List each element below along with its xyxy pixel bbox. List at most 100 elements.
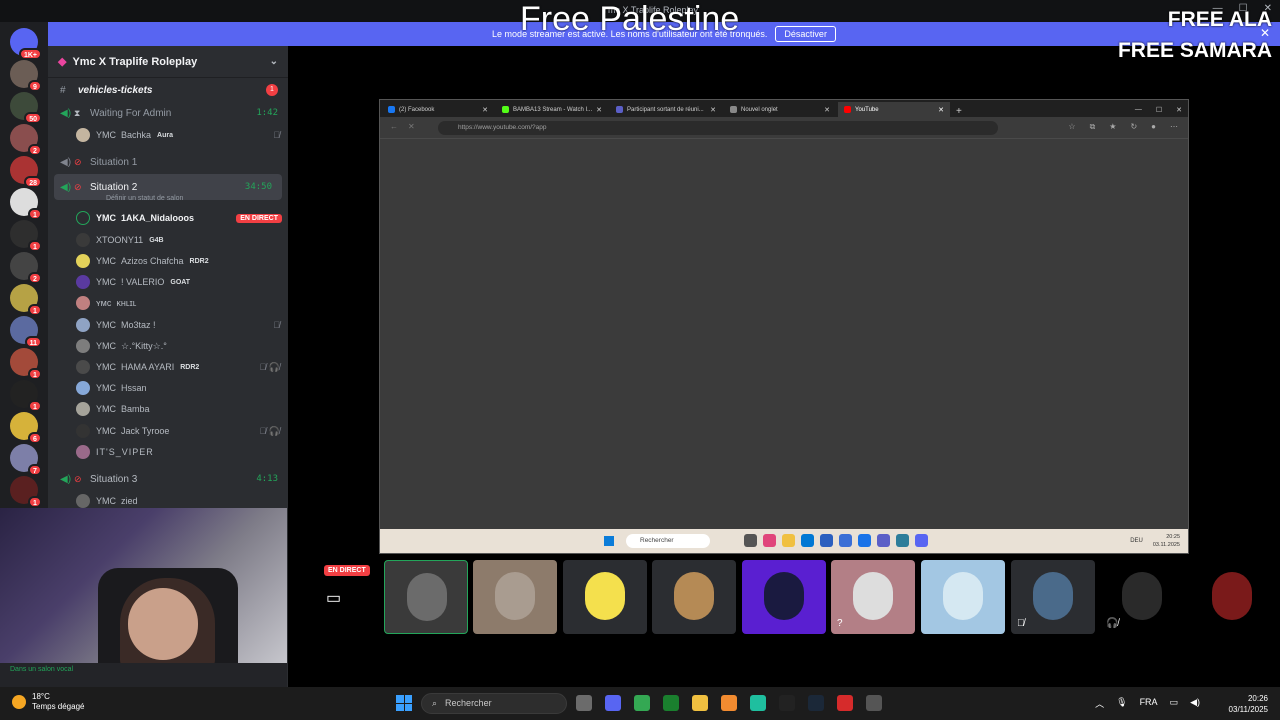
- folder-icon[interactable]: [782, 534, 795, 547]
- app-icon[interactable]: [866, 695, 882, 711]
- channel-waiting-for-admin[interactable]: ◀) ⧗ Waiting For Admin 1:42: [48, 103, 288, 123]
- language[interactable]: FRA: [1140, 697, 1158, 710]
- server-icon[interactable]: 1: [10, 188, 42, 220]
- member-item[interactable]: YMC HAMA AYARI RDR2 🎙̸ 🎧̸: [76, 357, 286, 377]
- participant-tile[interactable]: 🎙̸: [1011, 560, 1095, 634]
- star-icon[interactable]: ☆: [1068, 122, 1075, 132]
- volume-icon[interactable]: ◀): [1190, 697, 1200, 710]
- back-icon[interactable]: ←: [390, 122, 398, 131]
- channel-status[interactable]: Définir un statut de salon: [106, 195, 183, 202]
- app-icon[interactable]: [750, 695, 766, 711]
- plus-icon[interactable]: +: [956, 106, 962, 117]
- close-tab-icon[interactable]: ✕: [710, 106, 716, 114]
- browser-tab[interactable]: (2) Facebook ✕: [382, 102, 494, 117]
- participant-tile[interactable]: [563, 560, 647, 634]
- server-icon[interactable]: 11: [10, 316, 42, 348]
- chevron-down-icon[interactable]: ⌄: [270, 56, 278, 67]
- close-tab-icon[interactable]: ✕: [482, 106, 488, 114]
- participant-tile[interactable]: [921, 560, 1005, 634]
- steam-icon[interactable]: [808, 695, 824, 711]
- server-icon[interactable]: 6: [10, 412, 42, 444]
- app-icon[interactable]: [877, 534, 890, 547]
- browser-tab-active[interactable]: YouTube ✕: [838, 102, 950, 117]
- folder-icon[interactable]: [692, 695, 708, 711]
- channel-situation-3[interactable]: ◀) ⊘ Situation 3 4:13: [48, 469, 288, 489]
- server-icon[interactable]: 50: [10, 92, 42, 124]
- server-icon[interactable]: 7: [10, 444, 42, 476]
- windows-start-icon[interactable]: [604, 536, 614, 546]
- shared-screen-stream[interactable]: (2) Facebook ✕ BAMBA13 Stream - Watch I..…: [379, 99, 1189, 554]
- app-icon[interactable]: [779, 695, 795, 711]
- server-icon[interactable]: 1: [10, 476, 42, 508]
- discord-icon[interactable]: [915, 534, 928, 547]
- browser-tab[interactable]: Nouvel onglet ✕: [724, 102, 836, 117]
- history-icon[interactable]: ↻: [1130, 122, 1137, 132]
- member-item[interactable]: YMC Bamba: [76, 399, 286, 419]
- participant-tile[interactable]: [652, 560, 736, 634]
- app-icon[interactable]: [820, 534, 833, 547]
- stop-icon[interactable]: ✕: [408, 122, 415, 131]
- discord-home-icon[interactable]: 1K+: [10, 28, 42, 60]
- member-item[interactable]: YMC Jack Tyrooe 🎙̸ 🎧̸: [76, 421, 286, 441]
- close-tab-icon[interactable]: ✕: [596, 106, 602, 114]
- clock[interactable]: 20:26 03/11/2025: [1229, 693, 1268, 715]
- browser-tab[interactable]: Participant sortant de réuni... ✕: [610, 102, 722, 117]
- participant-tile[interactable]: [473, 560, 557, 634]
- edge-icon[interactable]: [801, 534, 814, 547]
- member-item[interactable]: YMC ! VALERIO GOAT: [76, 272, 286, 292]
- app-icon[interactable]: [858, 534, 871, 547]
- participant-tile[interactable]: ?: [831, 560, 915, 634]
- member-item[interactable]: YMC Bachka Aura 🎙̸: [76, 125, 286, 145]
- member-item[interactable]: YMC Mo3taz ! 🎙̸: [76, 315, 286, 335]
- participant-tile[interactable]: 🎧̸: [1100, 560, 1184, 634]
- discord-icon[interactable]: [605, 695, 621, 711]
- server-icon[interactable]: 1: [10, 348, 42, 380]
- member-item[interactable]: XTOONY11 G4B: [76, 230, 286, 250]
- chevron-up-icon[interactable]: ︿: [1095, 697, 1104, 710]
- remote-search-box[interactable]: Rechercher: [626, 534, 710, 548]
- channel-vehicles-tickets[interactable]: # vehicles-tickets 1: [48, 80, 288, 100]
- more-icon[interactable]: ⋯: [1170, 122, 1178, 132]
- app-icon[interactable]: [763, 534, 776, 547]
- channel-situation-1[interactable]: ◀) ⊘ Situation 1: [48, 152, 288, 172]
- network-icon[interactable]: ▭: [1170, 697, 1179, 710]
- member-item[interactable]: YMC 1AKA_Nidalooos EN DIRECT: [76, 208, 286, 228]
- member-item[interactable]: YMC Azizos Chafcha RDR2: [76, 251, 286, 271]
- server-icon[interactable]: 1: [10, 220, 42, 252]
- server-icon[interactable]: 28: [10, 156, 42, 188]
- weather-widget[interactable]: 18°C Temps dégagé: [12, 692, 84, 712]
- chrome-icon[interactable]: [634, 695, 650, 711]
- close-tab-icon[interactable]: ✕: [824, 106, 830, 114]
- member-item[interactable]: IT'S_VIPER: [76, 442, 286, 462]
- server-header[interactable]: ◆ Ymc X Traplife Roleplay ⌄: [48, 46, 288, 78]
- member-item[interactable]: ʏᴍᴄ ᴋʜʟɪʟ: [76, 293, 286, 313]
- member-item[interactable]: YMC ☆.°Kitty☆.°: [76, 336, 286, 356]
- extensions-icon[interactable]: ⧉: [1090, 122, 1096, 132]
- monitor-icon[interactable]: ▭: [326, 588, 341, 608]
- favorites-icon[interactable]: ★: [1109, 122, 1116, 132]
- profile-icon[interactable]: ●: [1151, 122, 1156, 132]
- disable-streamer-button[interactable]: Désactiver: [775, 26, 836, 42]
- microphone-icon[interactable]: 🎙: [1116, 697, 1127, 710]
- server-icon[interactable]: 1: [10, 284, 42, 316]
- razer-icon[interactable]: [663, 695, 679, 711]
- server-icon[interactable]: 2: [10, 252, 42, 284]
- app-icon[interactable]: [896, 534, 909, 547]
- app-icon[interactable]: [721, 695, 737, 711]
- member-item[interactable]: YMC Hssan: [76, 378, 286, 398]
- close-tab-icon[interactable]: ✕: [938, 106, 944, 114]
- browser-tab[interactable]: BAMBA13 Stream - Watch I... ✕: [496, 102, 608, 117]
- participant-tile[interactable]: [742, 560, 826, 634]
- server-icon[interactable]: 1: [10, 380, 42, 412]
- app-icon[interactable]: [744, 534, 757, 547]
- server-icon[interactable]: 9: [10, 60, 42, 92]
- app-icon[interactable]: [839, 534, 852, 547]
- windows-start-icon[interactable]: [396, 695, 412, 711]
- participant-tile[interactable]: [384, 560, 468, 634]
- taskbar-search[interactable]: ⌕ Rechercher: [421, 693, 567, 714]
- task-view-icon[interactable]: [576, 695, 592, 711]
- server-icon[interactable]: 2: [10, 124, 42, 156]
- opera-icon[interactable]: [837, 695, 853, 711]
- participant-tile[interactable]: [1190, 560, 1270, 634]
- address-bar[interactable]: https://www.youtube.com/?app: [438, 121, 998, 135]
